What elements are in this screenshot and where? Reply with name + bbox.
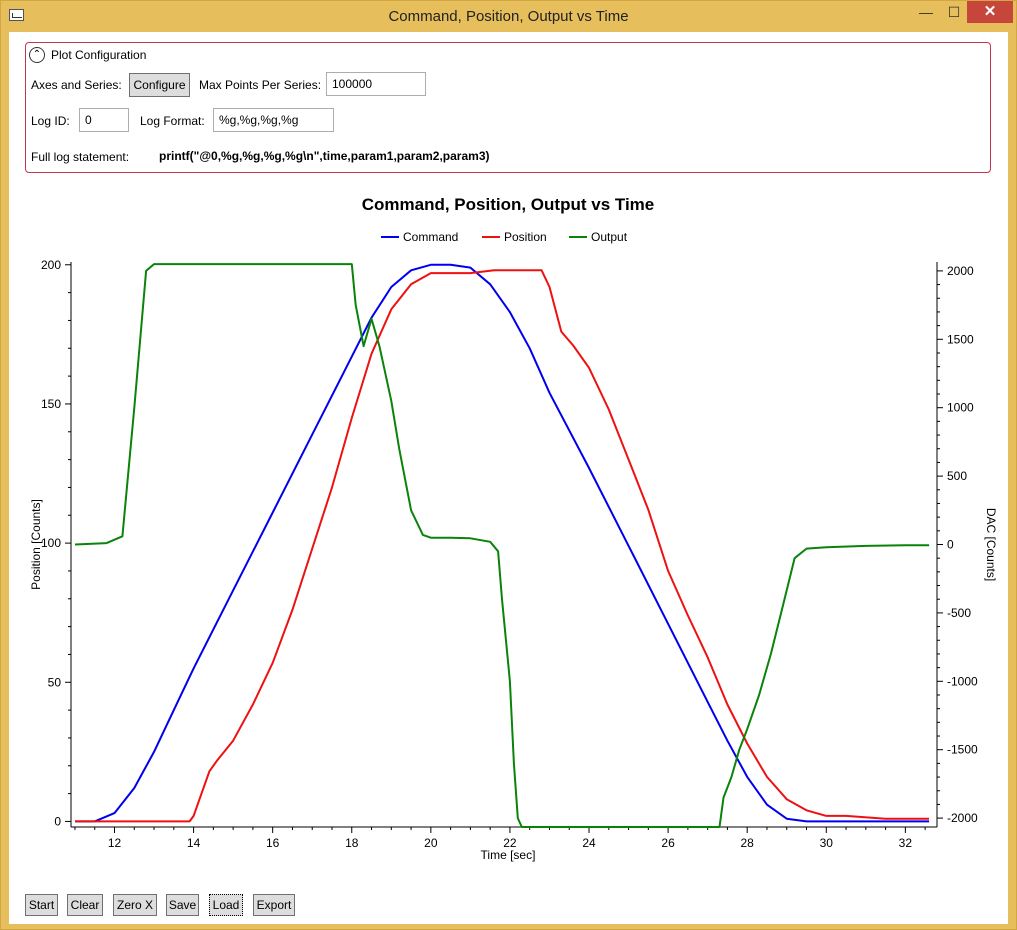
- y-axis-label: Position [Counts]: [29, 499, 43, 590]
- legend-label-output: Output: [591, 230, 628, 244]
- plot-area[interactable]: Command, Position, Output vs Time Command…: [9, 182, 1008, 882]
- x-tick-label: 24: [582, 836, 596, 850]
- x-tick-label: 28: [741, 836, 755, 850]
- client-area: ⌃ Plot Configuration Axes and Series: Co…: [9, 32, 1008, 924]
- y-tick-label: 0: [54, 814, 61, 828]
- y2-tick-label: 1500: [947, 332, 974, 346]
- x-tick-label: 14: [187, 836, 201, 850]
- y2-tick-label: -1500: [947, 743, 978, 757]
- close-button[interactable]: ✕: [967, 1, 1013, 23]
- full-log-statement-value: printf("@0,%g,%g,%g,%g\n",time,param1,pa…: [159, 149, 490, 163]
- maximize-button[interactable]: ☐: [941, 1, 967, 23]
- window-title: Command, Position, Output vs Time: [388, 8, 629, 25]
- y2-tick-label: -1000: [947, 674, 978, 688]
- legend-label-command: Command: [403, 230, 458, 244]
- log-id-field[interactable]: [79, 108, 129, 132]
- y2-tick-label: -500: [947, 606, 971, 620]
- plot-configuration-panel: ⌃ Plot Configuration Axes and Series: Co…: [25, 42, 991, 173]
- plot-configuration-header[interactable]: Plot Configuration: [51, 48, 146, 62]
- y2-tick-label: 2000: [947, 264, 974, 278]
- x-tick-label: 18: [345, 836, 359, 850]
- series-line-output: [74, 263, 930, 828]
- y-tick-label: 100: [41, 536, 61, 550]
- x-tick-label: 26: [661, 836, 675, 850]
- clear-button[interactable]: Clear: [67, 894, 103, 916]
- line-chart[interactable]: Command, Position, Output vs Time Command…: [9, 182, 1008, 882]
- x-tick-label: 32: [899, 836, 913, 850]
- axes-and-series-label: Axes and Series:: [31, 78, 122, 92]
- x-tick-label: 30: [820, 836, 834, 850]
- x-tick-label: 12: [108, 836, 122, 850]
- export-button[interactable]: Export: [253, 894, 295, 916]
- save-button[interactable]: Save: [166, 894, 199, 916]
- configure-button[interactable]: Configure: [129, 73, 190, 97]
- series-line-position: [75, 269, 930, 823]
- series-line-command: [75, 263, 930, 823]
- y2-tick-label: -2000: [947, 811, 978, 825]
- chart-title: Command, Position, Output vs Time: [362, 195, 655, 214]
- max-points-label: Max Points Per Series:: [199, 78, 322, 92]
- collapse-chevron-icon[interactable]: ⌃: [29, 47, 45, 63]
- zero-x-button[interactable]: Zero X: [113, 894, 157, 916]
- log-format-label: Log Format:: [140, 114, 205, 128]
- y-tick-label: 50: [48, 675, 62, 689]
- start-button[interactable]: Start: [25, 894, 58, 916]
- minimize-button[interactable]: —: [911, 1, 941, 23]
- log-id-label: Log ID:: [31, 114, 70, 128]
- y2-tick-label: 500: [947, 469, 967, 483]
- application-window: Command, Position, Output vs Time — ☐ ✕ …: [0, 0, 1017, 930]
- y2-tick-label: 1000: [947, 401, 974, 415]
- y2-axis-label: DAC [Counts]: [984, 508, 998, 581]
- log-format-field[interactable]: [213, 108, 334, 132]
- y2-tick-label: 0: [947, 538, 954, 552]
- load-button[interactable]: Load: [209, 894, 243, 916]
- x-tick-label: 16: [266, 836, 280, 850]
- x-tick-label: 20: [424, 836, 438, 850]
- legend-label-position: Position: [504, 230, 547, 244]
- y-tick-label: 200: [41, 258, 61, 272]
- title-bar[interactable]: Command, Position, Output vs Time — ☐ ✕: [1, 1, 1016, 32]
- x-axis-label: Time [sec]: [481, 848, 536, 862]
- y-tick-label: 150: [41, 397, 61, 411]
- full-log-statement-label: Full log statement:: [31, 150, 130, 164]
- max-points-field[interactable]: [326, 72, 426, 96]
